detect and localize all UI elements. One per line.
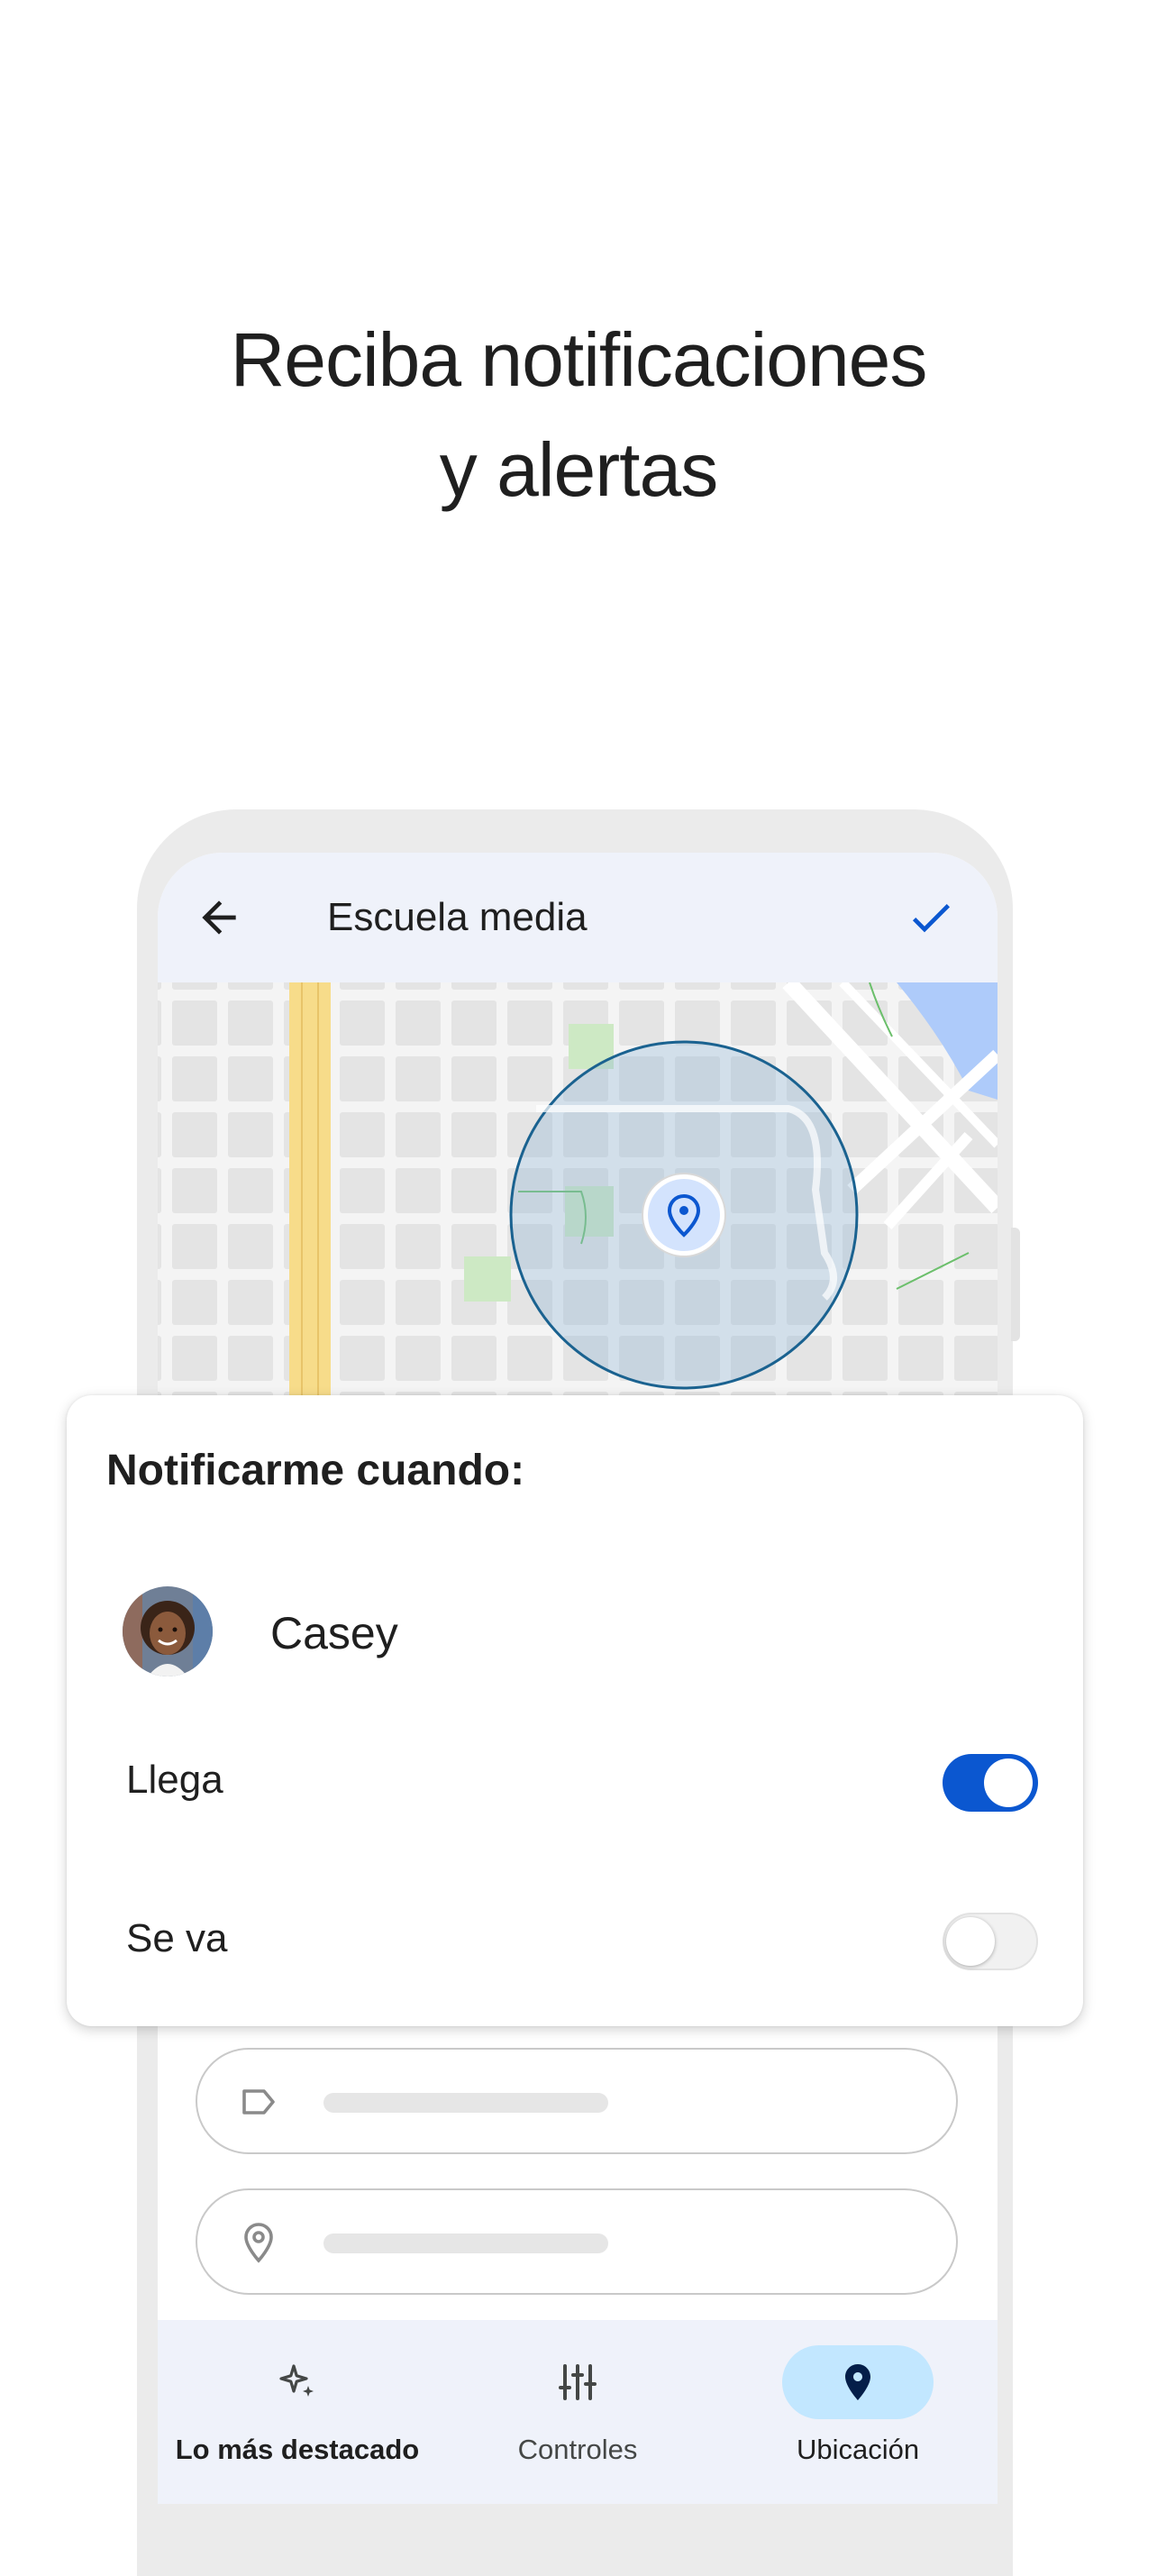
sliders-icon — [559, 2364, 597, 2400]
phone-side-button — [1011, 1228, 1020, 1341]
placeholder-bar — [323, 2093, 608, 2113]
location-pin-icon[interactable] — [642, 1173, 726, 1257]
label-tag-icon — [242, 2089, 275, 2115]
arrives-toggle[interactable] — [943, 1754, 1038, 1812]
headline-line-2: y alertas — [439, 427, 718, 512]
location-pin-icon — [845, 2364, 870, 2400]
nav-item-controls[interactable]: Controles — [438, 2320, 717, 2504]
placeholder-bar — [323, 2233, 608, 2253]
arrow-back-icon — [202, 900, 236, 935]
check-icon — [912, 904, 950, 933]
nav-label-location: Ubicación — [796, 2434, 920, 2465]
avatar-photo — [123, 1586, 213, 1676]
location-outline-icon — [244, 2223, 273, 2263]
headline: Reciba notificaciones y alertas — [0, 305, 1157, 525]
notification-card: Notificarme cuando: Casey Llega Se va — [67, 1395, 1083, 2026]
address-field[interactable] — [196, 2188, 958, 2295]
back-button[interactable] — [194, 892, 244, 943]
nav-item-location[interactable]: Ubicación — [718, 2320, 998, 2504]
nav-label-highlights: Lo más destacado — [175, 2434, 420, 2465]
card-title: Notificarme cuando: — [106, 1447, 525, 1494]
label-field[interactable] — [196, 2048, 958, 2154]
app-bar: Escuela media — [158, 853, 998, 982]
person-name: Casey — [270, 1608, 398, 1658]
map-highway — [289, 982, 331, 1406]
option-arrives-label: Llega — [126, 1758, 223, 1802]
sparkle-icon — [279, 2364, 314, 2397]
map-park — [464, 1256, 511, 1302]
map-graphic — [158, 982, 998, 1406]
confirm-button[interactable] — [906, 892, 956, 943]
option-leaves-label: Se va — [126, 1916, 228, 1960]
toggle-knob — [946, 1917, 995, 1966]
nav-label-controls: Controles — [517, 2434, 638, 2465]
page-title: Escuela media — [327, 895, 588, 939]
avatar — [123, 1586, 213, 1676]
nav-active-indicator — [782, 2345, 934, 2419]
map-view[interactable] — [158, 982, 998, 1406]
headline-line-1: Reciba notificaciones — [230, 317, 928, 402]
toggle-knob — [984, 1758, 1033, 1807]
bottom-navigation: Lo más destacado Controles Ubicación — [158, 2320, 998, 2504]
nav-item-highlights[interactable]: Lo más destacado — [158, 2320, 437, 2504]
leaves-toggle[interactable] — [943, 1913, 1038, 1970]
